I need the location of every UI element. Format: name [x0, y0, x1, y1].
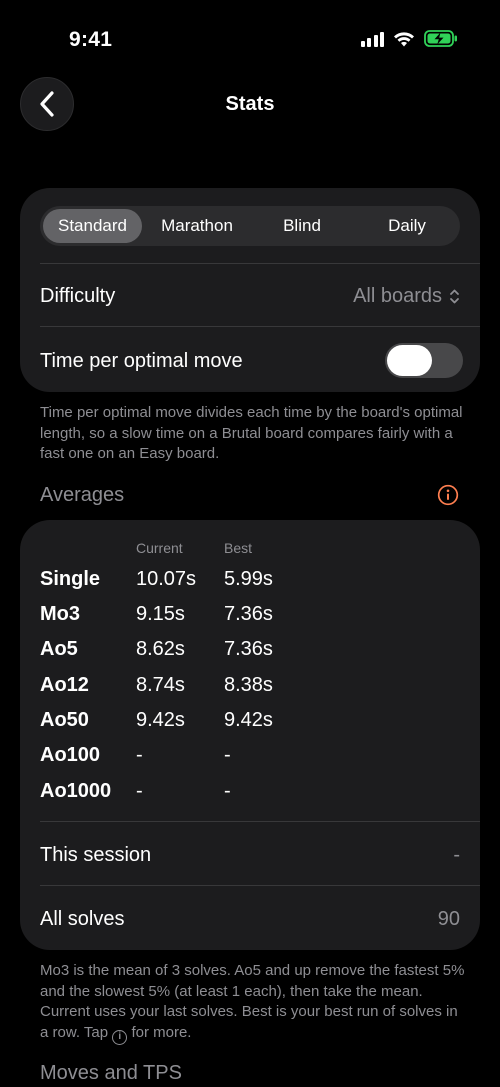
- difficulty-value: All boards: [353, 285, 442, 307]
- tab-marathon[interactable]: Marathon: [147, 209, 247, 243]
- stat-name: Ao100: [40, 744, 101, 766]
- all-solves-value: 90: [437, 908, 460, 930]
- chevron-up-down-icon: [450, 289, 459, 304]
- stat-best: 9.42s: [224, 709, 273, 731]
- time-per-move-label: Time per optimal move: [40, 350, 243, 372]
- info-icon[interactable]: [437, 484, 459, 506]
- stat-best: 5.99s: [224, 568, 273, 590]
- column-header-best: Best: [224, 540, 253, 556]
- this-session-label: This session: [40, 844, 152, 866]
- tab-blind[interactable]: Blind: [252, 209, 352, 243]
- tab-standard[interactable]: Standard: [43, 209, 142, 243]
- divider: [40, 885, 480, 886]
- column-header-current: Current: [136, 540, 183, 556]
- stat-best: -: [224, 744, 231, 766]
- divider: [40, 821, 480, 822]
- settings-footnote: Time per optimal move divides each time …: [40, 404, 463, 462]
- stat-best: 7.36s: [224, 603, 273, 625]
- time-per-move-toggle[interactable]: [385, 343, 463, 378]
- settings-card: Standard Marathon Blind Daily Difficulty…: [20, 188, 480, 392]
- stat-current: 10.07s: [136, 568, 197, 590]
- difficulty-picker[interactable]: All boards: [340, 285, 460, 309]
- averages-section-title: Averages: [40, 484, 125, 506]
- wifi-icon: [394, 31, 414, 46]
- stat-best: 8.38s: [224, 674, 273, 696]
- stats-screen: 9:41 Stats Standard Marathon Blind Daily…: [0, 0, 500, 1087]
- stat-name: Single: [40, 568, 101, 590]
- stat-current: 8.62s: [136, 638, 185, 660]
- stat-name: Ao50: [40, 709, 89, 731]
- difficulty-label: Difficulty: [40, 285, 116, 307]
- page-title: Stats: [225, 93, 275, 115]
- tab-daily[interactable]: Daily: [357, 209, 457, 243]
- stat-current: 9.42s: [136, 709, 185, 731]
- status-bar: 9:41: [0, 0, 500, 80]
- stat-name: Ao1000: [40, 780, 112, 802]
- stat-current: -: [136, 780, 143, 802]
- toggle-knob: [387, 345, 432, 376]
- inline-info-icon: i: [112, 1029, 128, 1045]
- stat-current: 8.74s: [136, 674, 185, 696]
- status-time: 9:41: [69, 28, 113, 51]
- stat-best: 7.36s: [224, 638, 273, 660]
- cellular-signal-icon: [360, 31, 384, 47]
- divider: [40, 326, 480, 327]
- averages-note-text-end: for more.: [131, 1023, 192, 1041]
- status-icons: [360, 30, 459, 47]
- averages-footnote: Mo3 is the mean of 3 solves. Ao5 and up …: [40, 961, 465, 1045]
- stat-name: Ao5: [40, 638, 78, 660]
- mode-segmented-control: Standard Marathon Blind Daily: [40, 206, 460, 246]
- battery-charging-icon: [424, 30, 457, 47]
- moves-tps-section-title: Moves and TPS: [40, 1062, 182, 1084]
- stat-current: 9.15s: [136, 603, 185, 625]
- stat-best: -: [224, 780, 231, 802]
- all-solves-label: All solves: [40, 908, 125, 930]
- averages-note-text: Mo3 is the mean of 3 solves. Ao5 and up …: [40, 962, 465, 1041]
- this-session-value: -: [453, 844, 460, 866]
- stat-current: -: [136, 744, 143, 766]
- stat-name: Mo3: [40, 603, 80, 625]
- stat-name: Ao12: [40, 674, 89, 696]
- divider: [40, 263, 480, 264]
